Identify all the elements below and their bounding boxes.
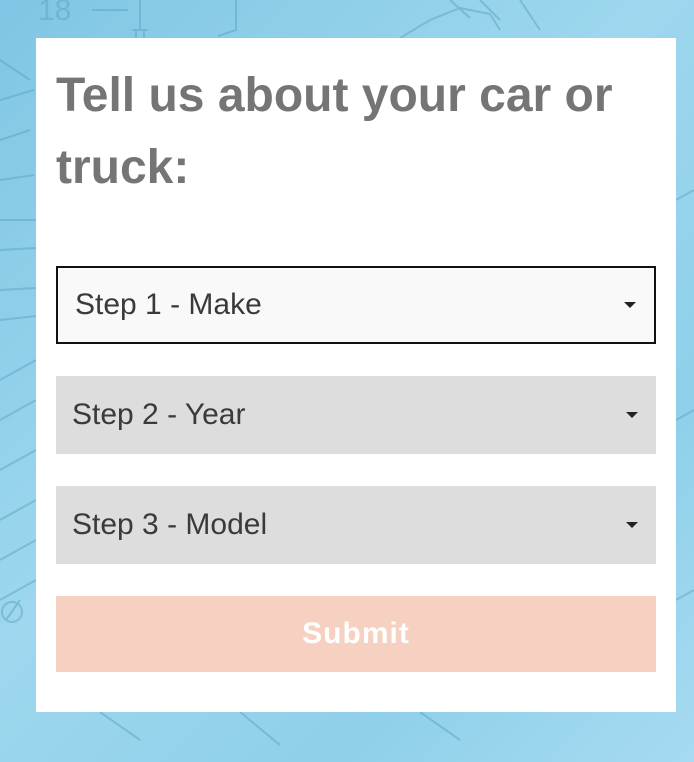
make-select-label: Step 1 - Make (75, 288, 262, 321)
year-select-label: Step 2 - Year (72, 398, 246, 431)
submit-button[interactable]: Submit (56, 596, 656, 672)
caret-down-icon (624, 302, 636, 308)
background-number: 18 (38, 0, 71, 27)
caret-down-icon (626, 522, 638, 528)
year-select[interactable]: Step 2 - Year (56, 376, 656, 454)
model-select[interactable]: Step 3 - Model (56, 486, 656, 564)
make-select[interactable]: Step 1 - Make (56, 266, 656, 344)
caret-down-icon (626, 412, 638, 418)
form-heading: Tell us about your car or truck: (56, 69, 613, 194)
vehicle-form-card: Tell us about your car or truck: Step 1 … (36, 38, 676, 712)
model-select-label: Step 3 - Model (72, 508, 268, 541)
